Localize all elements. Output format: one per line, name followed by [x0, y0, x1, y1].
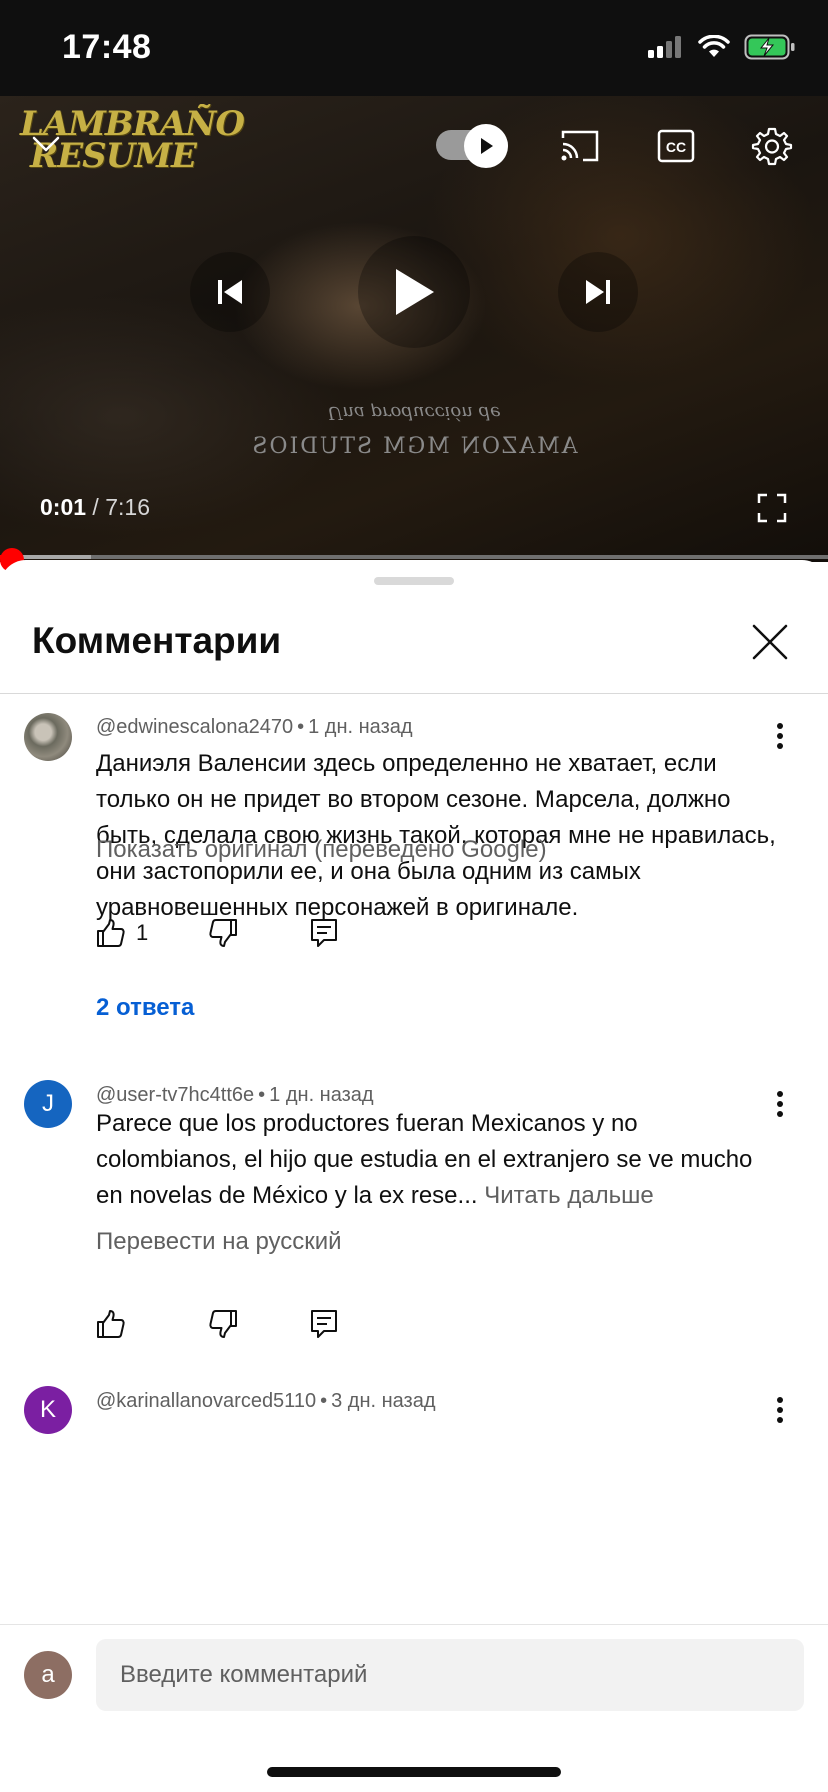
autoplay-toggle-knob[interactable]	[464, 124, 508, 168]
status-bar: 17:48	[0, 0, 828, 96]
captions-icon: CC	[657, 129, 695, 163]
replies-link[interactable]: 2 ответа	[96, 994, 194, 1022]
comment-time: 1 дн. назад	[269, 1084, 374, 1106]
duration: 7:16	[105, 494, 150, 520]
previous-button[interactable]	[190, 252, 270, 332]
comment-author[interactable]: @user-tv7hc4tt6e	[96, 1084, 254, 1106]
wifi-icon	[698, 35, 730, 57]
close-icon	[752, 624, 788, 660]
comment-author[interactable]: @karinallanovarced5110	[96, 1390, 316, 1412]
next-icon	[586, 280, 610, 304]
settings-icon	[751, 127, 793, 166]
video-overlay-credit-line2: AMAZON MGM STUDIOS	[250, 434, 578, 459]
comment-composer: a Введите комментарий	[0, 1624, 828, 1792]
comment-time: 3 дн. назад	[331, 1390, 436, 1412]
status-time: 17:48	[62, 28, 152, 66]
fullscreen-icon	[757, 493, 787, 523]
home-indicator	[267, 1767, 561, 1777]
dislike-button[interactable]	[208, 915, 238, 951]
settings-button[interactable]	[750, 124, 794, 168]
thumbs-down-icon	[209, 919, 237, 947]
comment-text: Parece que los productores fueran Mexica…	[96, 1106, 776, 1214]
drag-handle[interactable]	[374, 577, 454, 585]
show-original-link[interactable]: Показать оригинал (переведено Google)	[96, 836, 547, 864]
time-readout: 0:01 / 7:16	[40, 494, 150, 521]
thumbs-up-icon	[97, 919, 125, 947]
more-vertical-icon	[777, 1397, 783, 1423]
avatar[interactable]: J	[24, 1080, 72, 1128]
cast-button[interactable]	[558, 124, 602, 168]
more-vertical-icon	[777, 723, 783, 749]
fullscreen-button[interactable]	[756, 492, 788, 524]
reply-icon	[311, 1310, 337, 1338]
like-button[interactable]: 1	[96, 915, 148, 951]
comment-author[interactable]: @edwinescalona2470	[96, 716, 293, 738]
user-avatar[interactable]: a	[24, 1651, 72, 1699]
translate-link[interactable]: Перевести на русский	[96, 1228, 342, 1256]
svg-text:CC: CC	[666, 139, 686, 155]
comment-meta: @user-tv7hc4tt6e • 1 дн. назад	[96, 1084, 374, 1107]
comment-meta: @edwinescalona2470 • 1 дн. назад	[96, 716, 413, 739]
play-button[interactable]	[358, 236, 470, 348]
comment-meta: @karinallanovarced5110 • 3 дн. назад	[96, 1390, 436, 1413]
separator-dot: •	[258, 1084, 266, 1106]
avatar[interactable]	[24, 713, 72, 761]
captions-button[interactable]: CC	[654, 124, 698, 168]
progress-bar[interactable]	[0, 555, 828, 559]
cast-icon	[561, 130, 599, 162]
dislike-button[interactable]	[208, 1306, 238, 1342]
reply-button[interactable]	[310, 1306, 338, 1342]
separator-dot: •	[320, 1390, 328, 1412]
play-icon	[481, 138, 493, 154]
separator-dot: •	[297, 716, 305, 738]
collapse-button[interactable]	[28, 126, 64, 162]
battery-charging-icon	[744, 34, 795, 60]
chevron-down-icon	[32, 136, 60, 152]
comment-time: 1 дн. назад	[308, 716, 413, 738]
play-icon	[396, 269, 434, 315]
video-player[interactable]: LAMBRAÑO RESUME CC Una producción de AMA…	[0, 96, 828, 562]
signal-icon	[648, 36, 681, 58]
current-time: 0:01	[40, 494, 87, 520]
thumbs-down-icon	[209, 1310, 237, 1338]
like-count: 1	[136, 920, 149, 945]
status-icons	[648, 34, 796, 60]
comment-body: Parece que los productores fueran Mexica…	[96, 1110, 753, 1209]
comments-title: Комментарии	[32, 620, 282, 661]
read-more-link[interactable]: Читать дальше	[484, 1182, 654, 1209]
next-button[interactable]	[558, 252, 638, 332]
avatar[interactable]: K	[24, 1386, 72, 1434]
comments-sheet: Комментарии @edwinescalona2470 • 1 дн. наз…	[0, 560, 828, 1792]
reply-icon	[311, 919, 337, 947]
time-separator: /	[86, 494, 106, 520]
divider	[0, 693, 828, 694]
reply-button[interactable]	[310, 915, 338, 951]
comment-more-button[interactable]	[766, 1396, 794, 1424]
like-button[interactable]	[96, 1306, 126, 1342]
previous-icon	[218, 280, 242, 304]
close-button[interactable]	[748, 620, 792, 664]
video-overlay-credit-line1: Una producción de	[327, 402, 501, 423]
comment-input[interactable]: Введите комментарий	[96, 1639, 804, 1711]
thumbs-up-icon	[97, 1310, 125, 1338]
more-vertical-icon	[777, 1091, 783, 1117]
